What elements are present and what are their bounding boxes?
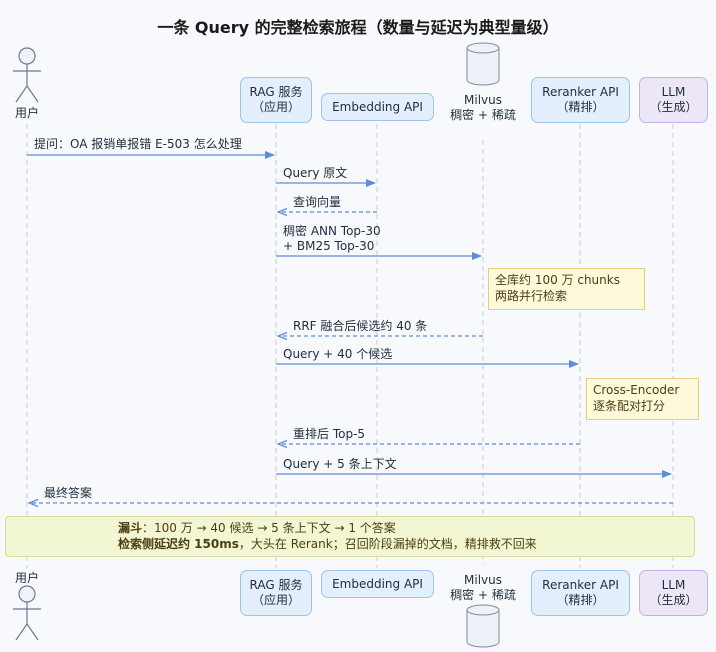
message-m6-label: Query + 40 个候选 — [283, 347, 393, 361]
database-milvus-bottom-icon — [466, 604, 500, 648]
participant-reranker-sub: （精排） — [556, 593, 605, 607]
participant-rag-name: RAG 服务 — [249, 85, 303, 99]
participant-reranker-name: Reranker API — [542, 85, 619, 99]
participant-reranker-bottom: Reranker API （精排） — [531, 570, 630, 616]
participant-user-top-label: 用户 — [14, 106, 39, 120]
message-m2-label: Query 原文 — [283, 166, 348, 180]
participant-embedding-top: Embedding API — [321, 93, 434, 121]
actor-user-top-icon — [13, 47, 41, 103]
database-milvus-top-icon — [466, 42, 500, 86]
message-m4-label: 稠密 ANN Top-30 + BM25 Top-30 — [283, 224, 381, 254]
note-reranker-line2: 逐条配对打分 — [593, 399, 666, 413]
note-milvus: 全库约 100 万 chunks 两路并行检索 — [488, 268, 645, 310]
participant-llm-sub: （生成） — [649, 100, 698, 114]
message-m5-label: RRF 融合后候选约 40 条 — [293, 319, 428, 333]
participant-llm-top: LLM （生成） — [639, 77, 708, 123]
note-funnel-line1: 漏斗：100 万 → 40 候选 → 5 条上下文 → 1 个答案 — [118, 520, 694, 536]
participant-rag-top: RAG 服务 （应用） — [240, 77, 312, 123]
participant-reranker-name: Reranker API — [542, 578, 619, 592]
participant-milvus-name: Milvus — [464, 93, 502, 107]
note-funnel-line2: 检索侧延迟约 150ms，大头在 Rerank；召回阶段漏掉的文档，精排救不回来 — [118, 536, 694, 552]
participant-rag-sub: （应用） — [251, 100, 300, 114]
participant-milvus-top-label: Milvus 稠密 + 稀疏 — [433, 93, 533, 123]
participant-embedding-bottom: Embedding API — [321, 570, 434, 598]
participant-llm-bottom: LLM （生成） — [639, 570, 708, 616]
participant-embedding-name: Embedding API — [332, 99, 423, 114]
participant-reranker-sub: （精排） — [556, 100, 605, 114]
participant-user-bottom-label: 用户 — [14, 571, 39, 585]
participant-milvus-sub: 稠密 + 稀疏 — [450, 588, 516, 602]
note-funnel-bold2: 检索侧延迟约 150ms — [118, 537, 239, 551]
note-milvus-line2: 两路并行检索 — [495, 289, 568, 303]
note-funnel-text2: ，大头在 Rerank；召回阶段漏掉的文档，精排救不回来 — [238, 537, 537, 551]
participant-milvus-bottom-label: Milvus 稠密 + 稀疏 — [433, 573, 533, 603]
participant-rag-bottom: RAG 服务 （应用） — [240, 570, 312, 616]
participant-llm-name: LLM — [661, 578, 686, 592]
message-m3-label: 查询向量 — [293, 195, 342, 209]
participant-llm-sub: （生成） — [649, 593, 698, 607]
note-funnel-summary: 漏斗：100 万 → 40 候选 → 5 条上下文 → 1 个答案 检索侧延迟约… — [5, 516, 695, 557]
participant-milvus-name: Milvus — [464, 573, 502, 587]
participant-milvus-sub: 稠密 + 稀疏 — [450, 108, 516, 122]
participant-rag-sub: （应用） — [251, 593, 300, 607]
message-m1-label: 提问：OA 报销单报错 E-503 怎么处理 — [34, 137, 242, 151]
note-funnel-text1: ：100 万 → 40 候选 → 5 条上下文 → 1 个答案 — [142, 521, 396, 535]
participant-reranker-top: Reranker API （精排） — [531, 77, 630, 123]
participant-llm-name: LLM — [661, 85, 686, 99]
participant-rag-name: RAG 服务 — [249, 578, 303, 592]
message-m7-label: 重排后 Top-5 — [293, 427, 366, 441]
actor-user-bottom-icon — [13, 585, 41, 641]
message-m4-line2: + BM25 Top-30 — [283, 239, 375, 253]
message-m8-label: Query + 5 条上下文 — [283, 457, 397, 471]
note-reranker-line1: Cross-Encoder — [593, 383, 680, 397]
participant-embedding-name: Embedding API — [332, 576, 423, 591]
note-reranker: Cross-Encoder 逐条配对打分 — [586, 378, 699, 420]
message-m9-label: 最终答案 — [44, 486, 93, 500]
note-funnel-bold1: 漏斗 — [118, 521, 143, 535]
message-m4-line1: 稠密 ANN Top-30 — [283, 224, 381, 238]
note-milvus-line1: 全库约 100 万 chunks — [495, 273, 620, 287]
